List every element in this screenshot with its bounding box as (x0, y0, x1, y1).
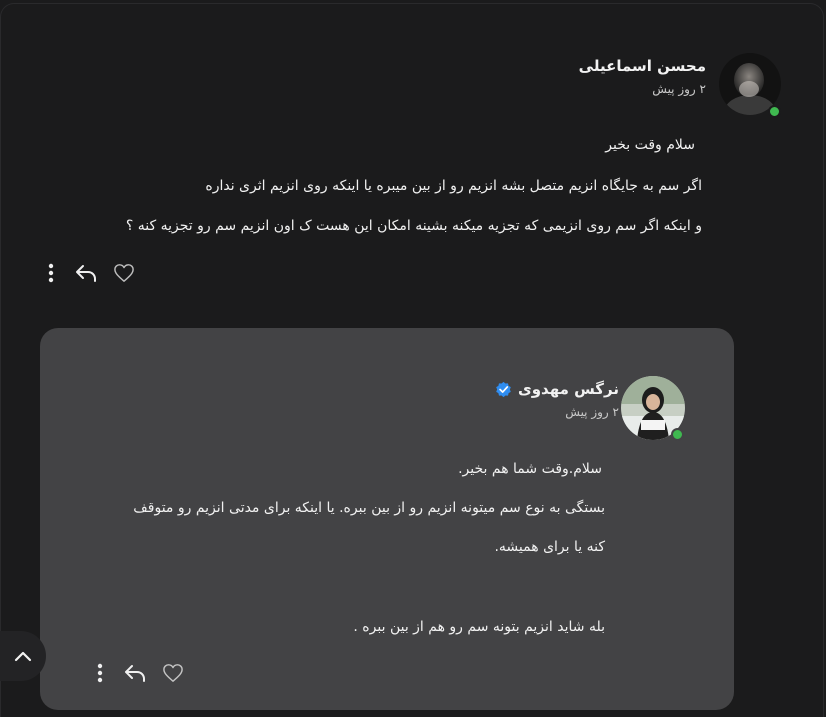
reply-button[interactable] (74, 262, 98, 284)
reply-time: ۲ روز پیش (565, 405, 619, 419)
reply-more-options-button[interactable] (91, 662, 109, 684)
reply-line-1: سلام.وقت شما هم بخیر. (458, 461, 602, 477)
reply-like-button[interactable] (161, 662, 185, 684)
reply-actions (91, 662, 185, 684)
more-options-button[interactable] (42, 262, 60, 284)
reply-online-status-dot (671, 428, 684, 441)
post-line-3: و اینکه اگر سم روی انزیمی که تجزیه میکنه… (125, 218, 702, 234)
reply-arrow-icon (125, 665, 145, 682)
verified-badge-icon (496, 381, 511, 397)
more-vertical-icon (97, 663, 103, 683)
post-actions (42, 262, 136, 284)
post-line-2: اگر سم به جایگاه انزیم متصل بشه انزیم رو… (205, 178, 702, 194)
heart-outline-icon (163, 664, 183, 682)
comment-card: محسن اسماعیلی ۲ روز پیش سلام وقت بخیر اگ… (0, 3, 824, 717)
reply-card: نرگس مهدوی ۲ روز پیش سلام.وقت شما هم بخی… (40, 328, 734, 710)
reply-arrow-icon (76, 265, 96, 282)
online-status-dot (768, 105, 781, 118)
post-line-1: سلام وقت بخیر (605, 137, 695, 153)
reply-author-row: نرگس مهدوی (495, 380, 619, 398)
author-name[interactable]: محسن اسماعیلی (579, 57, 706, 75)
post-time: ۲ روز پیش (652, 82, 706, 96)
like-button[interactable] (112, 262, 136, 284)
reply-line-2: بستگی به نوع سم میتونه انزیم رو از بین ب… (133, 500, 605, 516)
chevron-up-icon (14, 651, 32, 662)
reply-line-4: بله شاید انزیم بتونه سم رو هم از بین ببر… (353, 619, 605, 635)
reply-line-3: کنه یا برای همیشه. (494, 539, 605, 555)
heart-outline-icon (114, 264, 134, 282)
reply-reply-button[interactable] (123, 662, 147, 684)
reply-author-name[interactable]: نرگس مهدوی (518, 380, 619, 398)
more-vertical-icon (48, 263, 54, 283)
